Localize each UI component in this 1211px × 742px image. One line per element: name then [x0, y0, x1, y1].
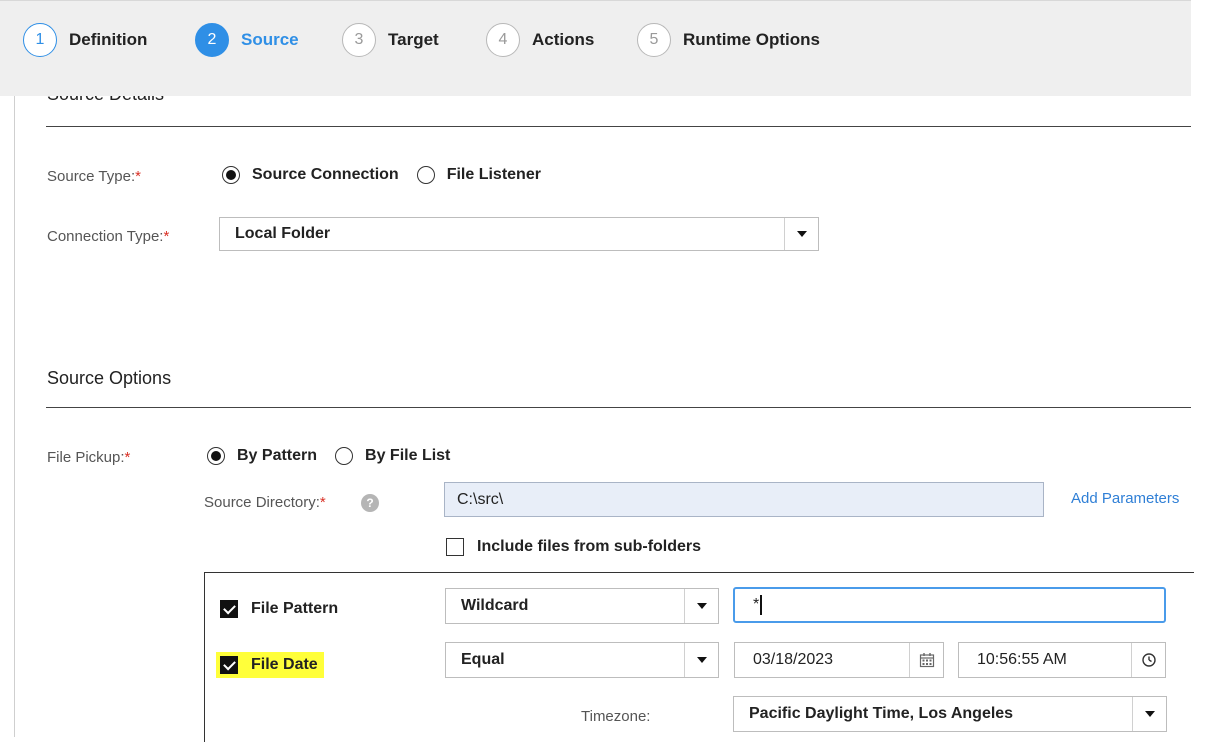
include-subfolders-checkbox[interactable] [446, 538, 464, 556]
timezone-value: Pacific Daylight Time, Los Angeles [749, 705, 1014, 722]
file-listener-radio[interactable] [416, 166, 435, 184]
source-directory-label: Source Directory:* [204, 494, 326, 511]
source-type-label: Source Type:* [47, 168, 141, 185]
source-connection-label[interactable]: Source Connection [252, 166, 399, 184]
file-date-label[interactable]: File Date [251, 656, 318, 674]
step-label: Source [241, 30, 299, 49]
step-label: Runtime Options [683, 30, 820, 49]
section-divider [46, 407, 1191, 408]
step-label: Actions [532, 30, 595, 49]
by-pattern-radio[interactable] [207, 447, 225, 465]
connection-type-value: Local Folder [235, 225, 331, 242]
file-date-operator-select[interactable]: Equal [445, 642, 719, 678]
timezone-select[interactable]: Pacific Daylight Time, Los Angeles [733, 696, 1167, 732]
page-edge-divider [14, 96, 15, 737]
by-file-list-radio[interactable] [335, 447, 354, 465]
text-caret [760, 595, 763, 615]
step-label: Definition [69, 30, 148, 49]
step-target[interactable]: 3 Target [342, 23, 439, 57]
source-options-heading: Source Options [47, 368, 172, 388]
file-pickup-radio-group: By Pattern By File List [207, 447, 468, 465]
help-icon[interactable]: ? [361, 494, 379, 512]
dropdown-arrow-icon[interactable] [1132, 697, 1166, 731]
include-subfolders-label[interactable]: Include files from sub-folders [477, 538, 701, 556]
source-connection-radio[interactable] [222, 166, 240, 184]
file-pickup-label: File Pickup:* [47, 449, 131, 466]
step-runtime-options[interactable]: 5 Runtime Options [637, 23, 820, 57]
include-subfolders-row: Include files from sub-folders [446, 538, 701, 556]
step-number: 1 [23, 23, 57, 57]
calendar-icon[interactable] [909, 643, 943, 677]
source-type-radio-group: Source Connection File Listener [222, 166, 559, 184]
file-time-input[interactable]: 10:56:55 AM [958, 642, 1166, 678]
step-number: 3 [342, 23, 376, 57]
file-pattern-checkbox[interactable] [220, 600, 238, 618]
file-date-highlight: File Date [216, 652, 324, 678]
step-label: Target [388, 30, 439, 49]
file-date-checkbox[interactable] [220, 656, 238, 674]
step-number: 4 [486, 23, 520, 57]
timezone-label: Timezone: [581, 708, 651, 725]
by-pattern-label[interactable]: By Pattern [237, 447, 317, 465]
dropdown-arrow-icon[interactable] [684, 589, 718, 623]
file-listener-label[interactable]: File Listener [447, 166, 541, 184]
file-pattern-label[interactable]: File Pattern [251, 600, 338, 618]
file-pattern-type-value: Wildcard [461, 597, 529, 614]
section-divider [46, 126, 1191, 127]
file-date-input[interactable]: 03/18/2023 [734, 642, 944, 678]
step-number: 2 [195, 23, 229, 57]
dropdown-arrow-icon[interactable] [684, 643, 718, 677]
file-date-operator-value: Equal [461, 651, 505, 668]
add-parameters-link[interactable]: Add Parameters [1071, 490, 1179, 507]
source-directory-input[interactable]: C:\src\ [444, 482, 1044, 517]
file-pattern-row: File Pattern [220, 600, 338, 618]
clock-icon[interactable] [1131, 643, 1165, 677]
file-pattern-input[interactable]: * [733, 587, 1166, 623]
connection-type-select[interactable]: Local Folder [219, 217, 819, 251]
connection-type-label: Connection Type:* [47, 228, 170, 245]
step-definition[interactable]: 1 Definition [23, 23, 147, 57]
file-pattern-type-select[interactable]: Wildcard [445, 588, 719, 624]
step-actions[interactable]: 4 Actions [486, 23, 594, 57]
step-number: 5 [637, 23, 671, 57]
by-file-list-label[interactable]: By File List [365, 447, 450, 465]
dropdown-arrow-icon[interactable] [784, 218, 818, 250]
wizard-steps-bar: 1 Definition 2 Source 3 Target 4 Actions… [0, 0, 1191, 96]
step-source[interactable]: 2 Source [195, 23, 299, 57]
source-details-heading: Source Details [47, 96, 347, 108]
file-date-row: File Date [216, 652, 324, 678]
